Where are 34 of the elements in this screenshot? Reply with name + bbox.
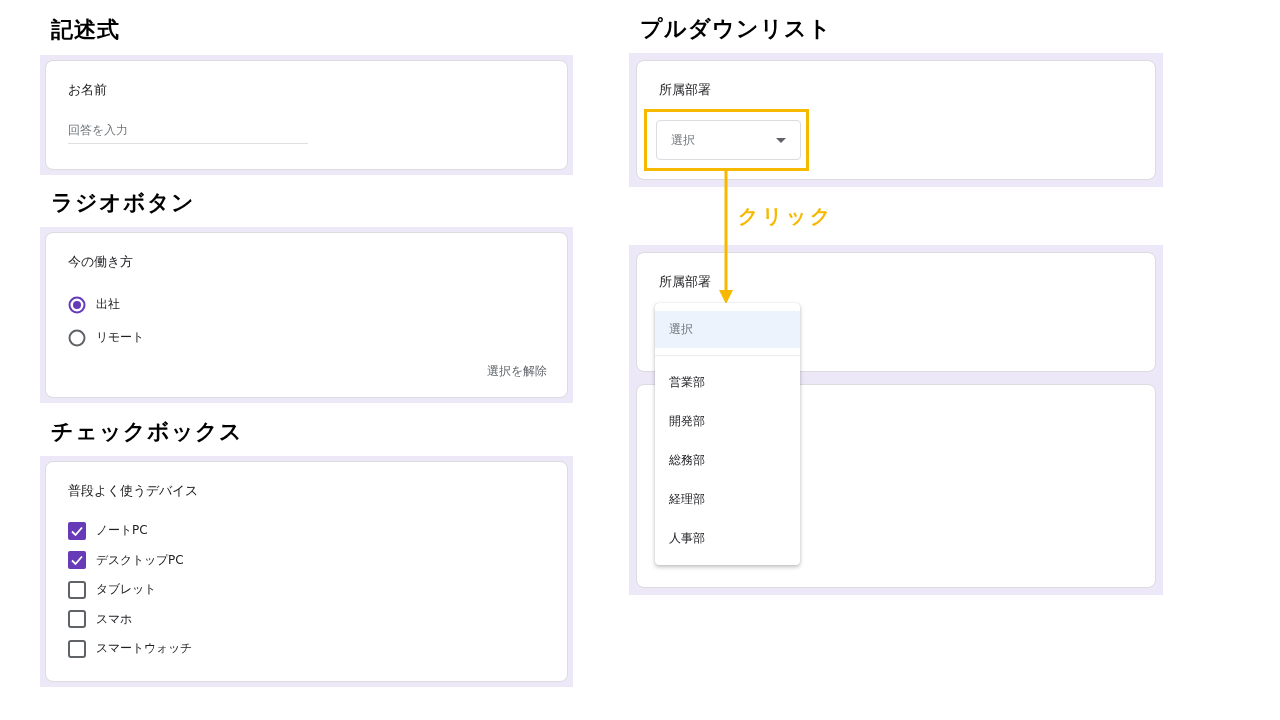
option-label: スマートウォッチ bbox=[96, 640, 192, 658]
section-heading: 記述式 bbox=[51, 15, 120, 44]
question-title: 今の働き方 bbox=[68, 253, 134, 271]
option-label: 出社 bbox=[96, 296, 120, 313]
radio-button[interactable] bbox=[68, 295, 86, 314]
checkbox[interactable] bbox=[68, 551, 86, 570]
section-heading: プルダウンリスト bbox=[640, 14, 832, 43]
checkbox[interactable] bbox=[68, 521, 86, 540]
radio-button[interactable] bbox=[68, 328, 86, 347]
option-label: タブレット bbox=[96, 581, 156, 599]
section-heading: チェックボックス bbox=[51, 417, 243, 446]
click-annotation: クリック bbox=[738, 202, 834, 230]
question-title: お名前 bbox=[68, 81, 108, 99]
section-heading: ラジオボタン bbox=[51, 189, 195, 217]
menu-item[interactable]: 総務部 bbox=[655, 441, 800, 480]
caret-icon bbox=[776, 137, 786, 143]
checkbox[interactable] bbox=[68, 610, 86, 629]
menu-item[interactable]: 選択 bbox=[655, 311, 800, 348]
option-label: ノートPC bbox=[96, 522, 148, 540]
menu-item[interactable]: 経理部 bbox=[655, 480, 800, 519]
checkbox[interactable] bbox=[68, 639, 86, 658]
checkbox[interactable] bbox=[68, 580, 86, 599]
question-title: 所属部署 bbox=[659, 273, 712, 291]
menu-item[interactable]: 人事部 bbox=[655, 519, 800, 558]
option-label: スマホ bbox=[96, 610, 132, 628]
question-title: 普段よく使うデバイス bbox=[68, 482, 199, 500]
dropdown-select[interactable]: 選択 bbox=[656, 120, 801, 160]
option-label: リモート bbox=[96, 329, 144, 346]
answer-field[interactable]: 回答を入力 bbox=[68, 123, 308, 144]
option-label: デスクトップPC bbox=[96, 551, 184, 569]
menu-item[interactable]: 営業部 bbox=[655, 363, 800, 402]
question-title: 所属部署 bbox=[659, 81, 712, 99]
menu-item[interactable]: 開発部 bbox=[655, 402, 800, 441]
clear-selection-link[interactable]: 選択を解除 bbox=[487, 363, 547, 380]
